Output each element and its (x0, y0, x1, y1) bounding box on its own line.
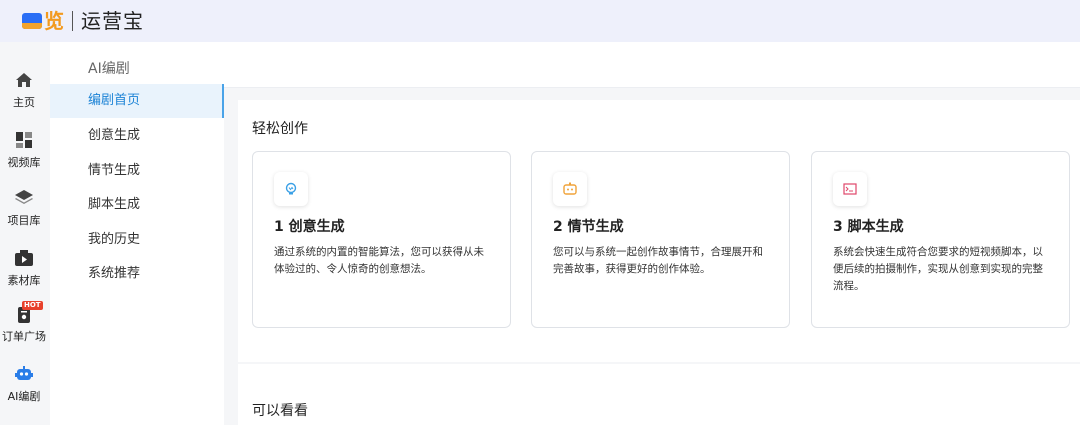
logo-char: 览 (44, 9, 64, 33)
rail-item-label: AI编剧 (7, 390, 41, 403)
card-description: 系统会快速生成符合您要求的短视频脚本，以便后续的拍摄制作，实现从创意到实现的完整… (833, 246, 1043, 292)
top-header: 览 运营宝 (0, 0, 1080, 42)
submenu-item-history[interactable]: 我的历史 (50, 223, 224, 257)
create-panel: 轻松创作 1 创意生成 通过系统的内置的智能算法，您可以获得从未体验过的、令人惊… (238, 100, 1080, 362)
hot-badge: HOT (22, 301, 43, 310)
video-library-icon (16, 132, 32, 148)
logo-icon (22, 13, 42, 29)
home-icon (16, 73, 32, 87)
browse-panel: 可以看看 (238, 364, 1080, 425)
rail-item-projects[interactable]: 项目库 (0, 188, 48, 228)
submenu-item-recommend[interactable]: 系统推荐 (50, 257, 224, 291)
rail-item-label: 素材库 (7, 274, 41, 287)
logo-divider (72, 11, 73, 31)
card-idea-generation[interactable]: 1 创意生成 通过系统的内置的智能算法，您可以获得从未体验过的、令人惊奇的创意想… (252, 151, 511, 328)
app-name: 运营宝 (81, 9, 144, 33)
lightbulb-icon (274, 172, 308, 206)
plot-icon (553, 172, 587, 206)
rail-item-label: 视频库 (7, 156, 41, 169)
section-title: 轻松创作 (252, 121, 308, 137)
icon-rail: 主页 视频库 项目库 素材库 HOT 订单广场 AI编剧 (0, 42, 48, 425)
card-script-generation[interactable]: 3 脚本生成 系统会快速生成符合您要求的短视频脚本，以便后续的拍摄制作，实现从创… (811, 151, 1070, 328)
robot-icon (15, 366, 33, 380)
submenu-item-plot[interactable]: 情节生成 (50, 154, 224, 188)
card-description: 您可以与系统一起创作故事情节，合理展开和完善故事，获得更好的创作体验。 (553, 246, 763, 275)
rail-item-label: 订单广场 (2, 330, 46, 343)
rail-item-video-library[interactable]: 视频库 (0, 130, 48, 170)
submenu: AI编剧 编剧首页 创意生成 情节生成 脚本生成 我的历史 系统推荐 (50, 42, 224, 425)
rail-item-orders[interactable]: HOT 订单广场 (0, 301, 48, 344)
card-description: 通过系统的内置的智能算法，您可以获得从未体验过的、令人惊奇的创意想法。 (274, 246, 484, 275)
layers-icon (15, 190, 33, 204)
rail-item-media[interactable]: 素材库 (0, 248, 48, 288)
card-title: 1 创意生成 (274, 219, 345, 235)
rail-item-ai-writer[interactable]: AI编剧 (0, 364, 48, 404)
card-title: 3 脚本生成 (833, 219, 904, 235)
script-icon (833, 172, 867, 206)
section-title-browse: 可以看看 (252, 403, 308, 419)
submenu-item-home[interactable]: 编剧首页 (50, 84, 224, 118)
main-top-strip (224, 42, 1080, 88)
rail-item-home[interactable]: 主页 (0, 70, 48, 110)
rail-item-label: 项目库 (7, 214, 41, 227)
media-icon (15, 250, 33, 266)
submenu-item-idea[interactable]: 创意生成 (50, 119, 224, 153)
card-title: 2 情节生成 (553, 219, 624, 235)
submenu-item-script[interactable]: 脚本生成 (50, 188, 224, 222)
submenu-title: AI编剧 (88, 61, 130, 77)
rail-item-label: 主页 (13, 96, 35, 109)
card-plot-generation[interactable]: 2 情节生成 您可以与系统一起创作故事情节，合理展开和完善故事，获得更好的创作体… (531, 151, 790, 328)
